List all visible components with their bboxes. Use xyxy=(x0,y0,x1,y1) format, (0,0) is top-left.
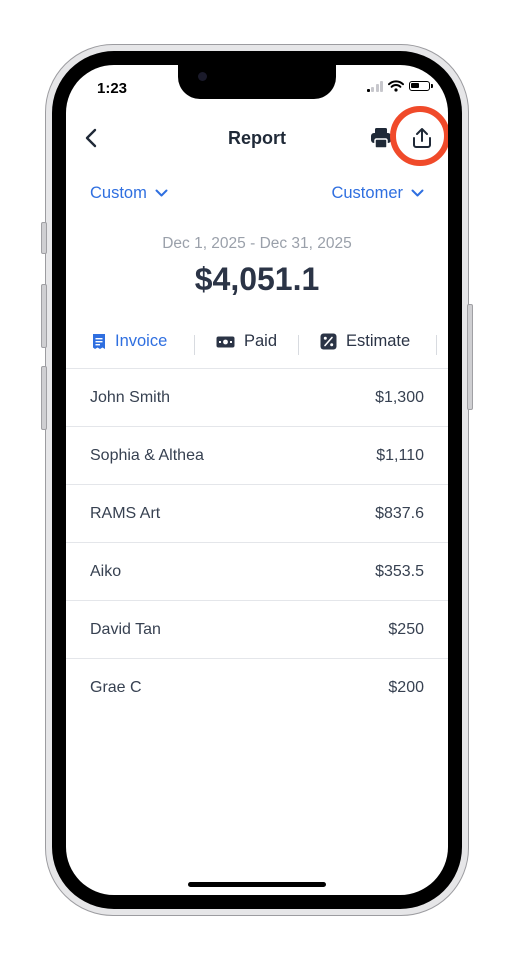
tab-divider xyxy=(298,335,299,355)
front-camera xyxy=(198,72,207,81)
tab-divider xyxy=(194,335,195,355)
list-item[interactable]: RAMS Art $837.6 xyxy=(66,485,448,543)
volume-down-button xyxy=(41,366,47,430)
customer-name: Aiko xyxy=(90,562,122,580)
tab-estimate[interactable]: Estimate xyxy=(320,332,410,351)
status-icons xyxy=(366,80,433,92)
battery-icon xyxy=(409,81,433,91)
share-icon xyxy=(413,128,431,148)
power-button xyxy=(467,304,473,410)
tab-paid[interactable]: Paid xyxy=(216,332,277,351)
status-time: 1:23 xyxy=(97,80,128,97)
period-label: Custom xyxy=(90,184,147,202)
customer-name: RAMS Art xyxy=(90,504,161,522)
customer-amount: $353.5 xyxy=(375,562,424,580)
customer-amount: $1,110 xyxy=(376,446,424,464)
customer-name: John Smith xyxy=(90,388,171,406)
volume-up-button xyxy=(41,284,47,348)
customer-amount: $250 xyxy=(388,620,424,638)
list-item[interactable]: David Tan $250 xyxy=(66,601,448,659)
screen: 1:23 Report Custom Customer Dec 1, 2025 … xyxy=(66,65,448,895)
cellular-signal-icon xyxy=(366,80,383,92)
group-by-dropdown[interactable]: Customer xyxy=(331,184,424,203)
customer-amount: $837.6 xyxy=(375,504,424,522)
period-dropdown[interactable]: Custom xyxy=(90,184,168,203)
list-item[interactable]: Grae C $200 xyxy=(66,659,448,717)
customer-name: Sophia & Althea xyxy=(90,446,204,464)
list-item[interactable]: John Smith $1,300 xyxy=(66,369,448,427)
group-by-label: Customer xyxy=(331,184,403,202)
tab-invoice-label: Invoice xyxy=(115,332,168,350)
invoice-list-icon xyxy=(93,334,105,349)
customer-amount: $1,300 xyxy=(375,388,424,406)
chevron-down-icon xyxy=(155,189,168,197)
home-indicator xyxy=(188,882,326,887)
date-range: Dec 1, 2025 - Dec 31, 2025 xyxy=(162,235,352,252)
percent-icon xyxy=(320,333,337,350)
customer-amount: $200 xyxy=(388,679,424,696)
wifi-icon xyxy=(388,80,404,92)
list-item[interactable]: Sophia & Althea $1,110 xyxy=(66,427,448,485)
total-amount: $4,051.1 xyxy=(194,261,320,297)
report-tabs: Invoice Paid Estimate xyxy=(66,332,448,358)
tab-invoice[interactable]: Invoice xyxy=(92,332,167,351)
customer-list: John Smith $1,300 Sophia & Althea $1,110… xyxy=(66,369,448,717)
tab-estimate-label: Estimate xyxy=(346,332,411,350)
notch xyxy=(178,65,336,99)
mute-switch xyxy=(41,222,47,254)
share-button[interactable] xyxy=(406,124,438,152)
tab-divider xyxy=(436,335,437,355)
list-item[interactable]: Aiko $353.5 xyxy=(66,543,448,601)
cash-icon xyxy=(216,336,235,347)
customer-name: Grae C xyxy=(90,679,142,696)
chevron-down-icon xyxy=(411,189,424,197)
tab-paid-label: Paid xyxy=(244,332,278,350)
print-icon[interactable] xyxy=(370,126,392,150)
customer-name: David Tan xyxy=(90,620,161,638)
